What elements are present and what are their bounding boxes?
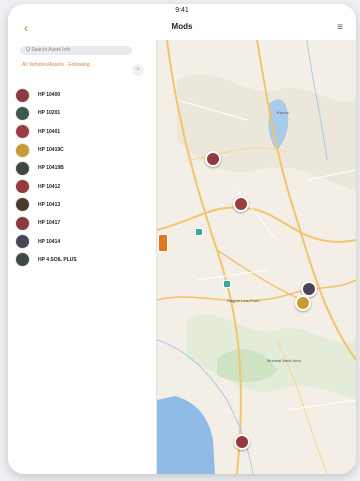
map-canvas[interactable]	[157, 40, 356, 474]
map-poi-orange-icon[interactable]	[158, 234, 168, 252]
status-time: 9:41	[175, 7, 189, 14]
city-label: Nagpur Line Prom	[227, 298, 260, 303]
filter-summary[interactable]: All Vehicles/Assets · Following	[22, 62, 122, 69]
list-item[interactable]: HP 10412	[16, 177, 148, 195]
asset-label: HP 10401	[38, 128, 61, 135]
list-item[interactable]: HP 10419B	[16, 159, 148, 177]
asset-label: HP 10414	[38, 238, 61, 245]
asset-label: HP 10419B	[38, 165, 64, 172]
asset-label: HP 10413	[38, 201, 61, 208]
asset-color-icon	[16, 198, 29, 212]
asset-label: HP 4 SOIL PLUS	[38, 256, 77, 263]
map-pin-hp10400[interactable]	[205, 151, 221, 167]
asset-label: HP 10400	[38, 92, 61, 99]
map-pin-hp10401[interactable]	[233, 196, 249, 212]
list-item[interactable]: HP 10201	[16, 104, 148, 122]
asset-color-icon	[16, 88, 29, 102]
asset-color-icon	[16, 143, 29, 157]
map-poi-teal-icon[interactable]	[195, 228, 203, 236]
list-item[interactable]: HP 4 SOIL PLUS	[16, 251, 148, 269]
map-pin-hp10419c[interactable]	[295, 295, 311, 311]
asset-color-icon	[16, 161, 29, 175]
asset-color-icon	[16, 253, 29, 267]
device-frame: 9:41 ‹ Mods ≡ Q Search Asset Info All Ve…	[8, 4, 356, 474]
map-pin-hp10412[interactable]	[234, 434, 250, 450]
asset-sidebar: Q Search Asset Info All Vehicles/Assets …	[8, 40, 157, 474]
asset-color-icon	[16, 216, 29, 230]
list-item[interactable]: HP 10419C	[16, 141, 148, 159]
asset-label: HP 10201	[38, 110, 61, 117]
asset-label: HP 10412	[38, 183, 61, 190]
asset-color-icon	[16, 125, 29, 139]
map-poi-teal-icon[interactable]	[223, 280, 231, 288]
list-item[interactable]: HP 10414	[16, 232, 148, 250]
asset-list: HP 10400 HP 10201 HP 10401 HP 10419C HP …	[16, 86, 148, 269]
city-label: Karnal	[277, 110, 289, 115]
menu-icon[interactable]: ≡	[332, 20, 348, 36]
navigation-bar: ‹ Mods ≡	[8, 16, 356, 40]
list-item[interactable]: HP 10417	[16, 214, 148, 232]
asset-color-icon	[16, 235, 29, 249]
clear-filter-icon[interactable]: ×	[132, 64, 144, 76]
asset-label: HP 10419C	[38, 147, 64, 154]
list-item[interactable]: HP 10413	[16, 196, 148, 214]
city-label: Mumbai Bank Area	[267, 358, 301, 363]
search-input[interactable]: Q Search Asset Info	[20, 46, 132, 55]
page-title: Mods	[171, 22, 193, 31]
map-view[interactable]: Nagpur Line Prom Mumbai Bank Area Karnal	[157, 40, 356, 474]
list-item[interactable]: HP 10400	[16, 86, 148, 104]
list-item[interactable]: HP 10401	[16, 123, 148, 141]
asset-color-icon	[16, 180, 29, 194]
asset-label: HP 10417	[38, 220, 61, 227]
asset-color-icon	[16, 106, 29, 120]
